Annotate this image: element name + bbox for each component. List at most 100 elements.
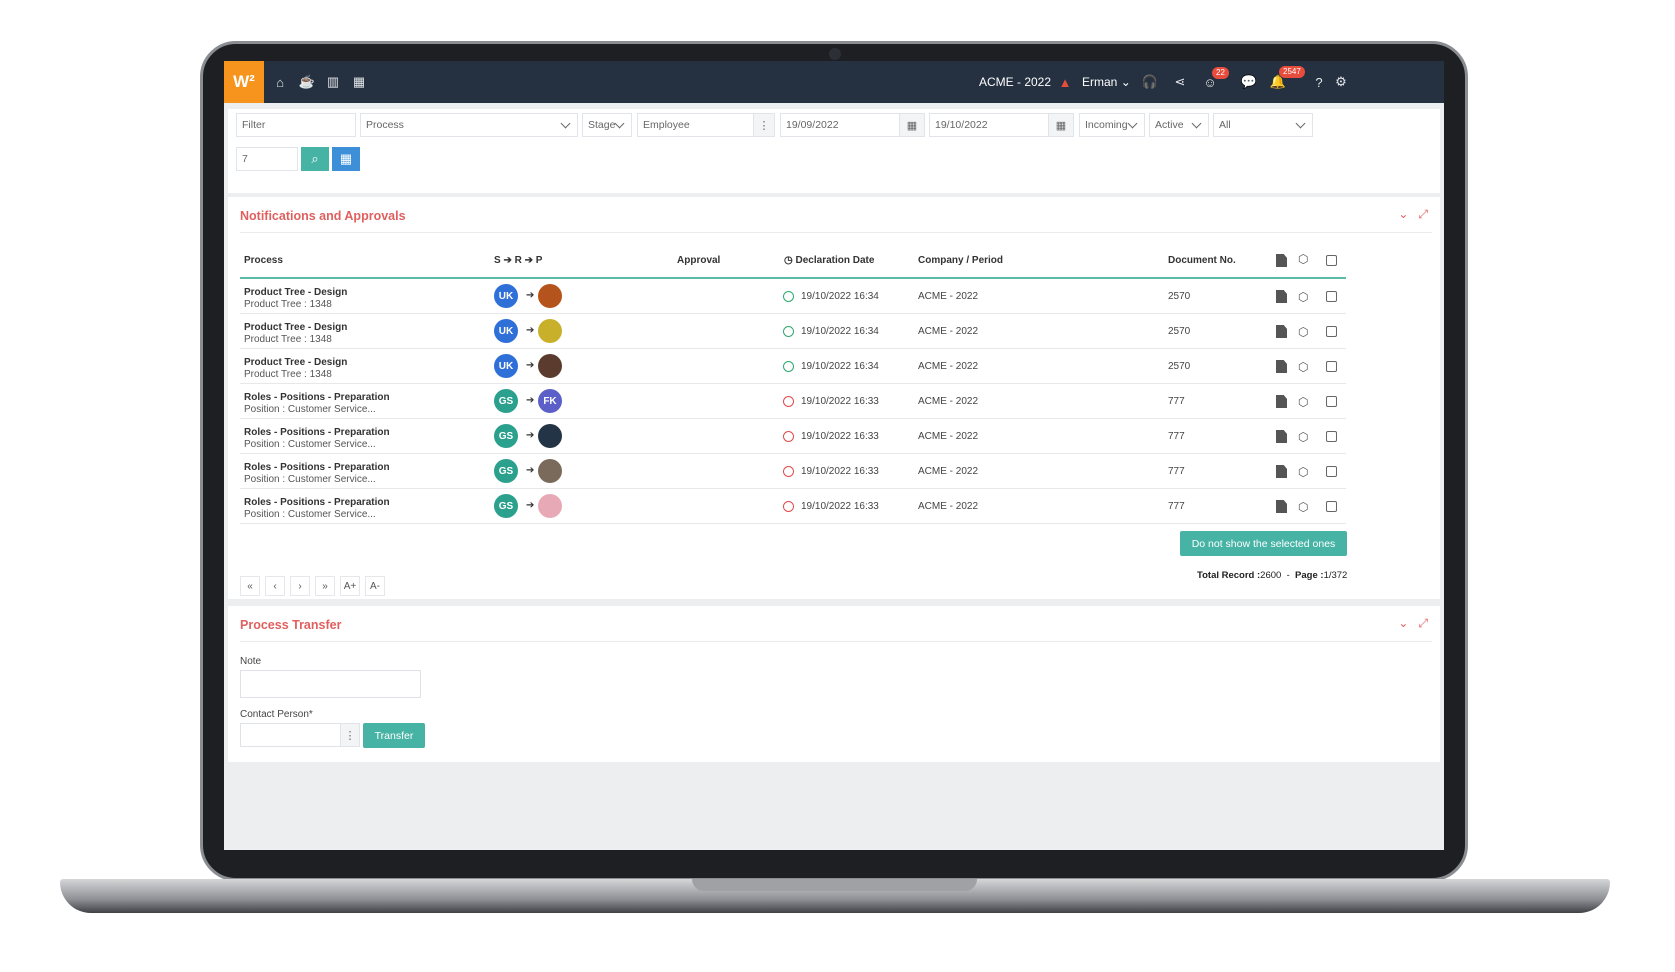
cube-icon[interactable]: ⬡: [1298, 430, 1308, 444]
receiver-avatar[interactable]: [538, 284, 562, 308]
share-icon[interactable]: ⋖: [1171, 73, 1189, 91]
table-row[interactable]: Roles - Positions - Preparation Position…: [240, 454, 1346, 489]
document-icon[interactable]: [1276, 465, 1287, 478]
note-textarea[interactable]: [240, 670, 421, 698]
date-from-input[interactable]: 19/09/2022: [780, 113, 902, 137]
next-page-button[interactable]: ›: [290, 576, 310, 596]
table-row[interactable]: Product Tree - Design Product Tree : 134…: [240, 349, 1346, 384]
document-icon[interactable]: [1276, 290, 1287, 303]
row-checkbox[interactable]: [1326, 361, 1337, 372]
calendar-icon[interactable]: ▦: [899, 113, 925, 137]
last-page-button[interactable]: »: [315, 576, 335, 596]
sender-avatar[interactable]: UK: [494, 354, 518, 378]
sender-avatar[interactable]: GS: [494, 424, 518, 448]
row-checkbox[interactable]: [1326, 396, 1337, 407]
document-icon[interactable]: [1276, 360, 1287, 373]
document-icon[interactable]: [1276, 430, 1287, 443]
cube-icon[interactable]: ⬡: [1298, 325, 1308, 339]
clock-late-icon: [783, 466, 794, 477]
clock-late-icon: [783, 396, 794, 407]
message-icon[interactable]: 💬: [1240, 73, 1258, 91]
sender-avatar[interactable]: GS: [494, 389, 518, 413]
receiver-avatar[interactable]: [538, 424, 562, 448]
state-select[interactable]: Active: [1149, 113, 1209, 137]
calendar-icon[interactable]: ▦: [350, 73, 368, 91]
cube-icon[interactable]: ⬡: [1298, 395, 1308, 409]
row-checkbox[interactable]: [1326, 501, 1337, 512]
col-company-period[interactable]: Company / Period: [918, 255, 1003, 266]
sender-avatar[interactable]: GS: [494, 459, 518, 483]
declaration-date: 19/10/2022 16:34: [801, 291, 879, 302]
document-number: 777: [1168, 501, 1185, 512]
headset-icon[interactable]: 🎧: [1141, 73, 1159, 91]
document-icon[interactable]: [1276, 395, 1287, 408]
date-to-value: 19/10/2022: [935, 119, 988, 131]
row-checkbox[interactable]: [1326, 326, 1337, 337]
help-icon[interactable]: ?: [1310, 73, 1328, 91]
cube-icon[interactable]: ⬡: [1298, 500, 1308, 514]
document-number: 2570: [1168, 326, 1191, 337]
col-declaration-date[interactable]: ◷ Declaration Date: [784, 255, 874, 266]
col-approval[interactable]: Approval: [677, 255, 720, 266]
company-period[interactable]: ACME - 2022: [979, 75, 1051, 89]
calendar-icon[interactable]: ▦: [1048, 113, 1074, 137]
receiver-avatar[interactable]: FK: [538, 389, 562, 413]
document-number: 777: [1168, 431, 1185, 442]
document-icon[interactable]: [1276, 500, 1287, 513]
employee-more-icon[interactable]: ⋮: [753, 113, 775, 137]
date-to-input[interactable]: 19/10/2022: [929, 113, 1051, 137]
home-icon[interactable]: ⌂: [271, 73, 289, 91]
count-input[interactable]: 7: [236, 147, 298, 171]
prev-page-button[interactable]: ‹: [265, 576, 285, 596]
cup-icon[interactable]: ☕: [298, 73, 316, 91]
row-checkbox[interactable]: [1326, 291, 1337, 302]
transfer-button[interactable]: Transfer: [363, 723, 425, 748]
table-row[interactable]: Product Tree - Design Product Tree : 134…: [240, 314, 1346, 349]
bar-chart-icon[interactable]: ▥: [324, 73, 342, 91]
receiver-avatar[interactable]: [538, 354, 562, 378]
collapse-icon[interactable]: ⌄: [1398, 207, 1408, 222]
select-all-checkbox[interactable]: [1326, 255, 1337, 266]
grid-view-button[interactable]: ▦: [332, 147, 360, 171]
expand-icon[interactable]: ⤢: [1418, 616, 1428, 631]
table-row[interactable]: Product Tree - Design Product Tree : 134…: [240, 279, 1346, 314]
sender-avatar[interactable]: GS: [494, 494, 518, 518]
receiver-avatar[interactable]: [538, 319, 562, 343]
first-page-button[interactable]: «: [240, 576, 260, 596]
receiver-avatar[interactable]: [538, 459, 562, 483]
search-button[interactable]: ⌕: [301, 147, 329, 171]
font-decrease-button[interactable]: A-: [365, 576, 385, 596]
document-icon[interactable]: [1276, 325, 1287, 338]
table-row[interactable]: Roles - Positions - Preparation Position…: [240, 384, 1346, 419]
collapse-icon[interactable]: ⌄: [1398, 616, 1408, 631]
direction-select[interactable]: Incoming: [1079, 113, 1145, 137]
app-logo[interactable]: W²: [224, 61, 264, 103]
employee-input[interactable]: Employee: [637, 113, 757, 137]
contact-more-icon[interactable]: ⋮: [340, 723, 360, 747]
declaration-date: 19/10/2022 16:34: [801, 326, 879, 337]
cube-icon[interactable]: ⬡: [1298, 290, 1308, 304]
table-row[interactable]: Roles - Positions - Preparation Position…: [240, 489, 1346, 524]
divider: [240, 232, 1432, 233]
font-increase-button[interactable]: A+: [340, 576, 360, 596]
arrow-right-icon: ➔: [526, 500, 535, 511]
receiver-avatar[interactable]: [538, 494, 562, 518]
col-process[interactable]: Process: [244, 255, 283, 266]
cube-icon[interactable]: ⬡: [1298, 360, 1308, 374]
expand-icon[interactable]: ⤢: [1418, 207, 1428, 222]
gear-icon[interactable]: ⚙: [1332, 73, 1350, 91]
row-checkbox[interactable]: [1326, 431, 1337, 442]
scope-select[interactable]: All: [1213, 113, 1313, 137]
col-document-no[interactable]: Document No.: [1168, 255, 1236, 266]
sender-avatar[interactable]: UK: [494, 284, 518, 308]
stage-select[interactable]: Stage: [582, 113, 632, 137]
process-select[interactable]: Process: [360, 113, 578, 137]
table-row[interactable]: Roles - Positions - Preparation Position…: [240, 419, 1346, 454]
filter-input[interactable]: Filter: [236, 113, 356, 137]
hide-selected-button[interactable]: Do not show the selected ones: [1180, 531, 1347, 556]
row-checkbox[interactable]: [1326, 466, 1337, 477]
cube-icon[interactable]: ⬡: [1298, 465, 1308, 479]
contact-person-input[interactable]: [240, 723, 342, 747]
user-menu[interactable]: Erman ⌄: [1082, 75, 1131, 89]
sender-avatar[interactable]: UK: [494, 319, 518, 343]
